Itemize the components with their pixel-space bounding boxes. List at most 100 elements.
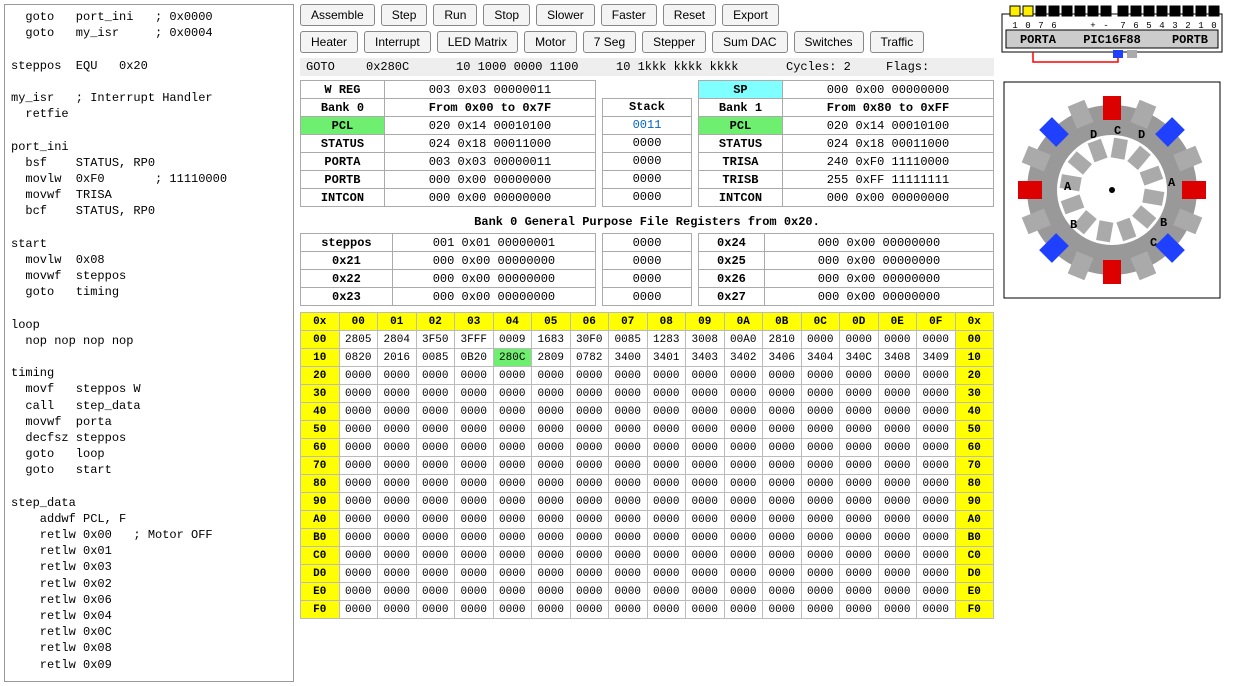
mem-cell: 3FFF — [455, 331, 494, 349]
mem-cell: 0000 — [609, 583, 648, 601]
mem-cell: 0000 — [917, 547, 956, 565]
mem-row-header: 10 — [955, 349, 994, 367]
mem-cell: 0000 — [840, 421, 879, 439]
motor-pole-label: C — [1150, 236, 1157, 250]
mem-cell: 0782 — [570, 349, 609, 367]
mem-cell: 0000 — [724, 547, 763, 565]
mem-cell: 0000 — [878, 601, 917, 619]
mem-cell: 0000 — [493, 493, 532, 511]
mem-row-header: B0 — [955, 529, 994, 547]
mem-row-header: 20 — [955, 367, 994, 385]
stop-button[interactable]: Stop — [483, 4, 530, 26]
mem-cell: 0000 — [609, 385, 648, 403]
slower-button[interactable]: Slower — [536, 4, 595, 26]
mem-col-header: 08 — [647, 313, 686, 331]
mem-cell: 3402 — [724, 349, 763, 367]
mem-cell: 0000 — [917, 385, 956, 403]
mem-cell: 0000 — [724, 493, 763, 511]
mem-cell: 0000 — [840, 331, 879, 349]
mem-row-header: F0 — [955, 601, 994, 619]
motor-pole-label: D — [1090, 128, 1097, 142]
gpr-label: 0x24 — [699, 234, 765, 252]
mem-cell: 0000 — [724, 475, 763, 493]
mem-cell: 0000 — [339, 421, 378, 439]
reg-pcl-value: 020 0x14 00010100 — [782, 117, 993, 135]
mem-cell: 1283 — [647, 331, 686, 349]
status-flags: Flags: — [886, 60, 929, 74]
main-panel: Assemble StepRun Stop Slower Faster Reset Expo… — [300, 4, 994, 682]
sum-dac-button[interactable]: Sum DAC — [712, 31, 787, 53]
motor-button[interactable]: Motor — [524, 31, 577, 53]
gpr-label: 0x27 — [699, 288, 765, 306]
mem-cell: 0000 — [647, 403, 686, 421]
switches-button[interactable]: Switches — [794, 31, 864, 53]
mem-cell: 0000 — [686, 385, 725, 403]
stepper-button[interactable]: Stepper — [642, 31, 706, 53]
mem-cell: 0000 — [532, 403, 571, 421]
mem-cell: 0000 — [493, 583, 532, 601]
bank1-table: SP000 0x00 00000000 Bank 1From 0x80 to 0… — [698, 80, 994, 207]
mem-cell: 0000 — [570, 421, 609, 439]
assemble-button[interactable]: Assemble — [300, 4, 375, 26]
mem-col-header: 01 — [378, 313, 417, 331]
gpr-value: 000 0x00 00000000 — [764, 252, 993, 270]
mem-cell: 0000 — [416, 367, 455, 385]
mem-row-header: 00 — [955, 331, 994, 349]
heater-button[interactable]: Heater — [300, 31, 358, 53]
mem-cell: 0000 — [378, 529, 417, 547]
run-button[interactable]: Run — [433, 4, 477, 26]
mem-row-header: 10 — [301, 349, 340, 367]
reg-porta-value: 003 0x03 00000011 — [384, 153, 595, 171]
mem-cell: 0000 — [493, 439, 532, 457]
gpr-label: steppos — [301, 234, 393, 252]
mem-col-header: 0C — [801, 313, 840, 331]
gpr-label: 0x23 — [301, 288, 393, 306]
mem-cell: 0000 — [493, 529, 532, 547]
status-addr: 0x280C — [366, 60, 456, 74]
mem-row-header: D0 — [955, 565, 994, 583]
mem-cell: 0000 — [686, 583, 725, 601]
mem-cell: 0000 — [647, 385, 686, 403]
toolbar-row-2: Heater Interrupt LED Matrix Motor 7 Seg Stepp… — [300, 31, 994, 53]
step-button[interactable]: Step — [381, 4, 428, 26]
mem-cell: 0000 — [686, 475, 725, 493]
gpr-label: 0x25 — [699, 252, 765, 270]
7-seg-button[interactable]: 7 Seg — [583, 31, 636, 53]
traffic-button[interactable]: Traffic — [870, 31, 925, 53]
mem-cell: 0009 — [493, 331, 532, 349]
mem-cell: 0000 — [647, 475, 686, 493]
status-line: GOTO 0x280C 10 1000 0000 1100 10 1kkk kk… — [300, 58, 994, 76]
reg-status-label: STATUS — [301, 135, 385, 153]
mem-cell: 0000 — [801, 403, 840, 421]
interrupt-button[interactable]: Interrupt — [364, 31, 431, 53]
mem-cell: 0000 — [416, 547, 455, 565]
code-editor[interactable]: goto port_ini ; 0x0000 goto my_isr ; 0x0… — [4, 4, 294, 682]
mem-cell: 0000 — [339, 547, 378, 565]
mem-cell: 0000 — [416, 421, 455, 439]
mem-cell: 0000 — [763, 385, 802, 403]
mem-cell: 0000 — [878, 439, 917, 457]
sp-label: SP — [699, 81, 783, 99]
mem-cell: 0000 — [416, 565, 455, 583]
reg-portb-label: PORTB — [301, 171, 385, 189]
export-button[interactable]: Export — [722, 4, 779, 26]
mem-cell: 0000 — [917, 421, 956, 439]
mem-cell: 0000 — [532, 601, 571, 619]
mem-cell: 0000 — [493, 511, 532, 529]
mem-cell: 0000 — [840, 439, 879, 457]
faster-button[interactable]: Faster — [601, 4, 657, 26]
mem-cell: 0000 — [378, 547, 417, 565]
mem-cell: 0000 — [917, 601, 956, 619]
led-matrix-button[interactable]: LED Matrix — [437, 31, 518, 53]
reset-button[interactable]: Reset — [663, 4, 716, 26]
mem-row-header: F0 — [301, 601, 340, 619]
chip-porta-label: PORTA — [1020, 33, 1057, 47]
mem-cell: 0000 — [339, 385, 378, 403]
mem-row-header: 80 — [301, 475, 340, 493]
mem-cell: 0000 — [339, 457, 378, 475]
mem-cell: 0000 — [917, 403, 956, 421]
mem-col-header: 0B — [763, 313, 802, 331]
mem-col-header: 04 — [493, 313, 532, 331]
motor-pole-label: B — [1160, 216, 1167, 230]
stack-table: Stack 00110000000000000000 — [602, 80, 692, 207]
